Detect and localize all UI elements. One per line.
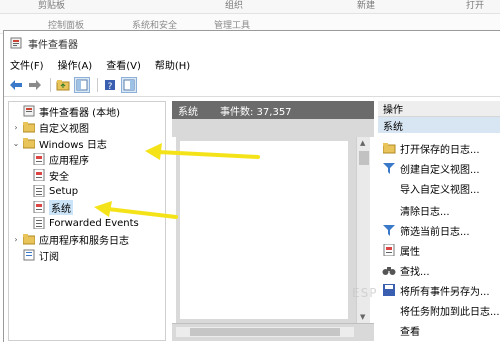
event-viewer-icon: [10, 37, 22, 49]
back-arrow-icon[interactable]: [8, 77, 24, 93]
action-filter-current-log[interactable]: 筛选当前日志...: [378, 221, 470, 239]
log-pane-header: 系统 事件数: 37,357: [172, 101, 374, 119]
blank-icon: [382, 204, 396, 216]
forward-arrow-icon[interactable]: [27, 77, 43, 93]
action-find[interactable]: 查找...: [378, 261, 430, 279]
tree-item-security[interactable]: 安全: [31, 167, 69, 183]
tree-label-security: 安全: [49, 171, 69, 183]
blank-icon: [382, 304, 396, 316]
menu-help[interactable]: 帮助(H): [155, 57, 190, 72]
tree-label-forwarded-events: Forwarded Events: [49, 217, 139, 229]
ribbon-open: 打开: [466, 1, 485, 11]
tree-item-windows-logs[interactable]: ⌄ Windows 日志: [11, 135, 107, 151]
tree-label-apps-services: 应用程序和服务日志: [39, 235, 129, 247]
blank-icon: [382, 324, 396, 336]
tree-item-apps-services[interactable]: › 应用程序和服务日志: [11, 231, 129, 247]
ribbon-clipboard: 剪贴板: [38, 1, 66, 11]
action-create-custom-view[interactable]: 创建自定义视图...: [378, 159, 480, 177]
folder-icon: [23, 122, 35, 133]
scroll-up-icon[interactable]: ▲: [360, 139, 365, 147]
up-folder-icon[interactable]: [55, 77, 71, 93]
menu-action[interactable]: 操作(A): [58, 57, 93, 72]
chevron-down-icon[interactable]: ⌄: [11, 139, 21, 148]
action-attach-task[interactable]: 将任务附加到此日志...: [378, 301, 500, 319]
action-open-saved-log[interactable]: 打开保存的日志...: [378, 139, 480, 157]
tree-item-root[interactable]: 事件查看器 (本地): [11, 103, 120, 119]
tree-item-subscriptions[interactable]: 订阅: [11, 247, 59, 263]
ribbon-new: 新建: [357, 1, 376, 11]
open-folder-icon: [382, 142, 396, 154]
menu-file[interactable]: 文件(F): [10, 57, 44, 72]
svg-text:?: ?: [108, 82, 113, 91]
event-count: 事件数: 37,357: [220, 106, 292, 118]
binoculars-icon: [382, 264, 396, 276]
log-icon: [33, 169, 45, 181]
ribbon-organize: 组织: [225, 1, 244, 11]
folder-icon: [23, 234, 35, 245]
properties-icon: [382, 244, 396, 256]
menu-bar: 文件(F) 操作(A) 查看(V) 帮助(H): [4, 55, 500, 73]
help-icon[interactable]: ?: [102, 77, 118, 93]
tree-item-setup[interactable]: Setup: [31, 183, 78, 199]
scroll-thumb[interactable]: [359, 151, 369, 165]
folder-icon: [23, 138, 35, 149]
title-bar: 事件查看器: [4, 31, 500, 55]
background-ribbon: 剪贴板 组织 新建 打开: [0, 0, 500, 14]
tree-label-root: 事件查看器 (本地): [39, 107, 120, 119]
log-pane-title: 系统: [178, 106, 198, 118]
actions-header: 操作: [378, 101, 500, 117]
event-viewer-icon: [23, 105, 35, 117]
tree-label-setup: Setup: [49, 185, 79, 197]
show-hide-tree-icon[interactable]: [74, 76, 90, 93]
scroll-down-icon[interactable]: ▼: [360, 313, 365, 321]
actions-pane: 操作 系统 打开保存的日志... 创建自定义视图... 导入自定义视图... 清…: [378, 101, 500, 341]
window-title: 事件查看器: [28, 39, 78, 51]
log-icon: [33, 185, 45, 197]
filter-icon: [382, 162, 396, 174]
tree-item-custom-views[interactable]: › 自定义视图: [11, 119, 89, 135]
toolbar: ?: [4, 73, 500, 97]
action-properties[interactable]: 属性: [378, 241, 420, 259]
menu-view[interactable]: 查看(V): [106, 57, 141, 72]
tree-label-custom-views: 自定义视图: [39, 123, 89, 135]
tree-label-system: 系统: [49, 199, 73, 215]
tree-label-windows-logs: Windows 日志: [39, 139, 107, 151]
content-area: 事件查看器 (本地) › 自定义视图 ⌄ Windows 日志 应用程序 安全: [4, 99, 500, 342]
filter-icon: [382, 224, 396, 236]
log-pane: 系统 事件数: 37,357 ▲ ▼: [172, 101, 374, 341]
horizontal-scrollbar[interactable]: [176, 327, 354, 337]
log-icon: [33, 201, 45, 213]
log-icon: [33, 153, 45, 165]
chevron-right-icon[interactable]: ›: [11, 235, 21, 244]
tree-item-forwarded-events[interactable]: Forwarded Events: [31, 215, 139, 231]
navigation-tree: 事件查看器 (本地) › 自定义视图 ⌄ Windows 日志 应用程序 安全: [8, 101, 166, 341]
subscription-icon: [23, 249, 35, 261]
event-list[interactable]: [176, 137, 356, 323]
tree-item-system[interactable]: 系统: [31, 199, 73, 215]
action-import-custom-view[interactable]: 导入自定义视图...: [378, 179, 480, 197]
action-view[interactable]: 查看: [378, 321, 420, 339]
show-hide-action-pane-icon[interactable]: [121, 76, 137, 93]
tree-label-application: 应用程序: [49, 155, 89, 167]
action-save-all-events[interactable]: 将所有事件另存为...: [378, 281, 490, 299]
chevron-right-icon[interactable]: ›: [11, 123, 21, 132]
tree-item-application[interactable]: 应用程序: [31, 151, 89, 167]
action-clear-log[interactable]: 清除日志...: [378, 201, 450, 219]
log-pane-column-bar: [172, 119, 374, 137]
event-viewer-window: 事件查看器 文件(F) 操作(A) 查看(V) 帮助(H) ? 事件查看器 (本…: [3, 30, 500, 342]
watermark: ESP: [352, 286, 378, 300]
tree-label-subscriptions: 订阅: [39, 251, 59, 263]
blank-icon: [382, 182, 396, 194]
actions-section-system[interactable]: 系统: [378, 117, 500, 133]
save-icon: [382, 284, 396, 296]
log-icon: [33, 217, 45, 229]
